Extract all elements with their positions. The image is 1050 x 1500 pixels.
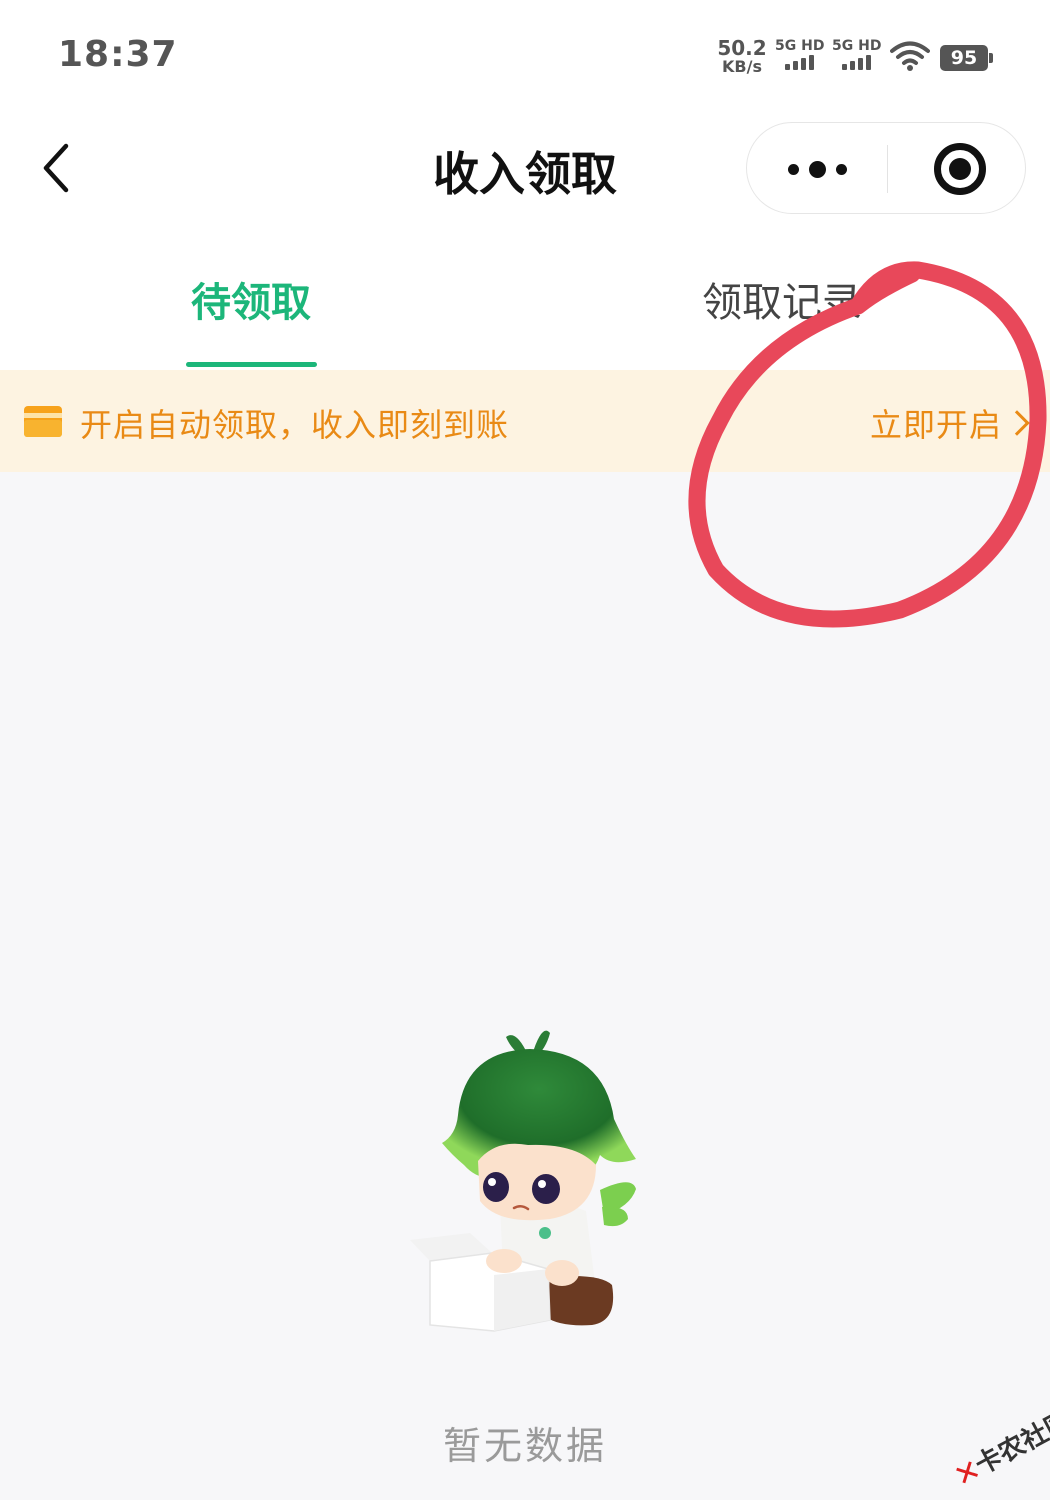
sim2-signal-icon: 5G HD bbox=[832, 38, 884, 74]
watermark-text: 卡农社区 bbox=[970, 1405, 1050, 1482]
mini-program-capsule bbox=[746, 122, 1026, 214]
banner-text: 开启自动领取，收入即刻到账 bbox=[80, 406, 510, 444]
wallet-icon bbox=[24, 406, 62, 437]
page: 18:37 50.2 KB/s 5G HD 5G HD 95 收入领取 待领取 … bbox=[0, 0, 1050, 1500]
auto-claim-banner[interactable]: 开启自动领取，收入即刻到账 立即开启 bbox=[0, 370, 1050, 472]
net-speed: 50.2 KB/s bbox=[716, 38, 768, 75]
sim2-label: 5G HD bbox=[832, 38, 882, 54]
sim1-label: 5G HD bbox=[775, 38, 825, 54]
status-time: 18:37 bbox=[58, 34, 178, 75]
wifi-icon bbox=[890, 40, 930, 72]
net-speed-unit: KB/s bbox=[722, 57, 762, 76]
more-dots-icon-center bbox=[808, 160, 826, 178]
enable-now-label: 立即开启 bbox=[870, 406, 1003, 444]
battery-icon: 95 bbox=[940, 45, 993, 71]
nav-bar: 收入领取 bbox=[0, 110, 1050, 230]
more-button[interactable] bbox=[747, 123, 887, 215]
empty-state-text: 暂无数据 bbox=[442, 1424, 607, 1468]
tab-records[interactable]: 领取记录 bbox=[632, 270, 932, 328]
target-close-icon-dot bbox=[949, 158, 971, 180]
watermark-logo: ✕ 卡农社区 bbox=[930, 1382, 1050, 1500]
empty-illustration bbox=[400, 1015, 650, 1345]
sim1-signal-icon: 5G HD bbox=[775, 38, 827, 74]
more-dots-icon-right bbox=[835, 163, 847, 175]
tab-pending[interactable]: 待领取 bbox=[101, 270, 401, 328]
back-button[interactable] bbox=[28, 134, 88, 200]
enable-now-button[interactable]: 立即开启 bbox=[870, 400, 1030, 446]
close-button[interactable] bbox=[888, 123, 1027, 215]
page-title: 收入领取 bbox=[433, 147, 617, 201]
chevron-right-icon bbox=[1004, 410, 1030, 436]
net-speed-value: 50.2 bbox=[717, 36, 767, 60]
chevron-left-icon bbox=[43, 143, 69, 193]
tab-bar: 待领取 领取记录 bbox=[0, 230, 1050, 370]
status-bar: 18:37 50.2 KB/s 5G HD 5G HD 95 bbox=[0, 0, 1050, 110]
more-dots-icon bbox=[787, 163, 799, 175]
active-tab-indicator bbox=[186, 362, 317, 367]
